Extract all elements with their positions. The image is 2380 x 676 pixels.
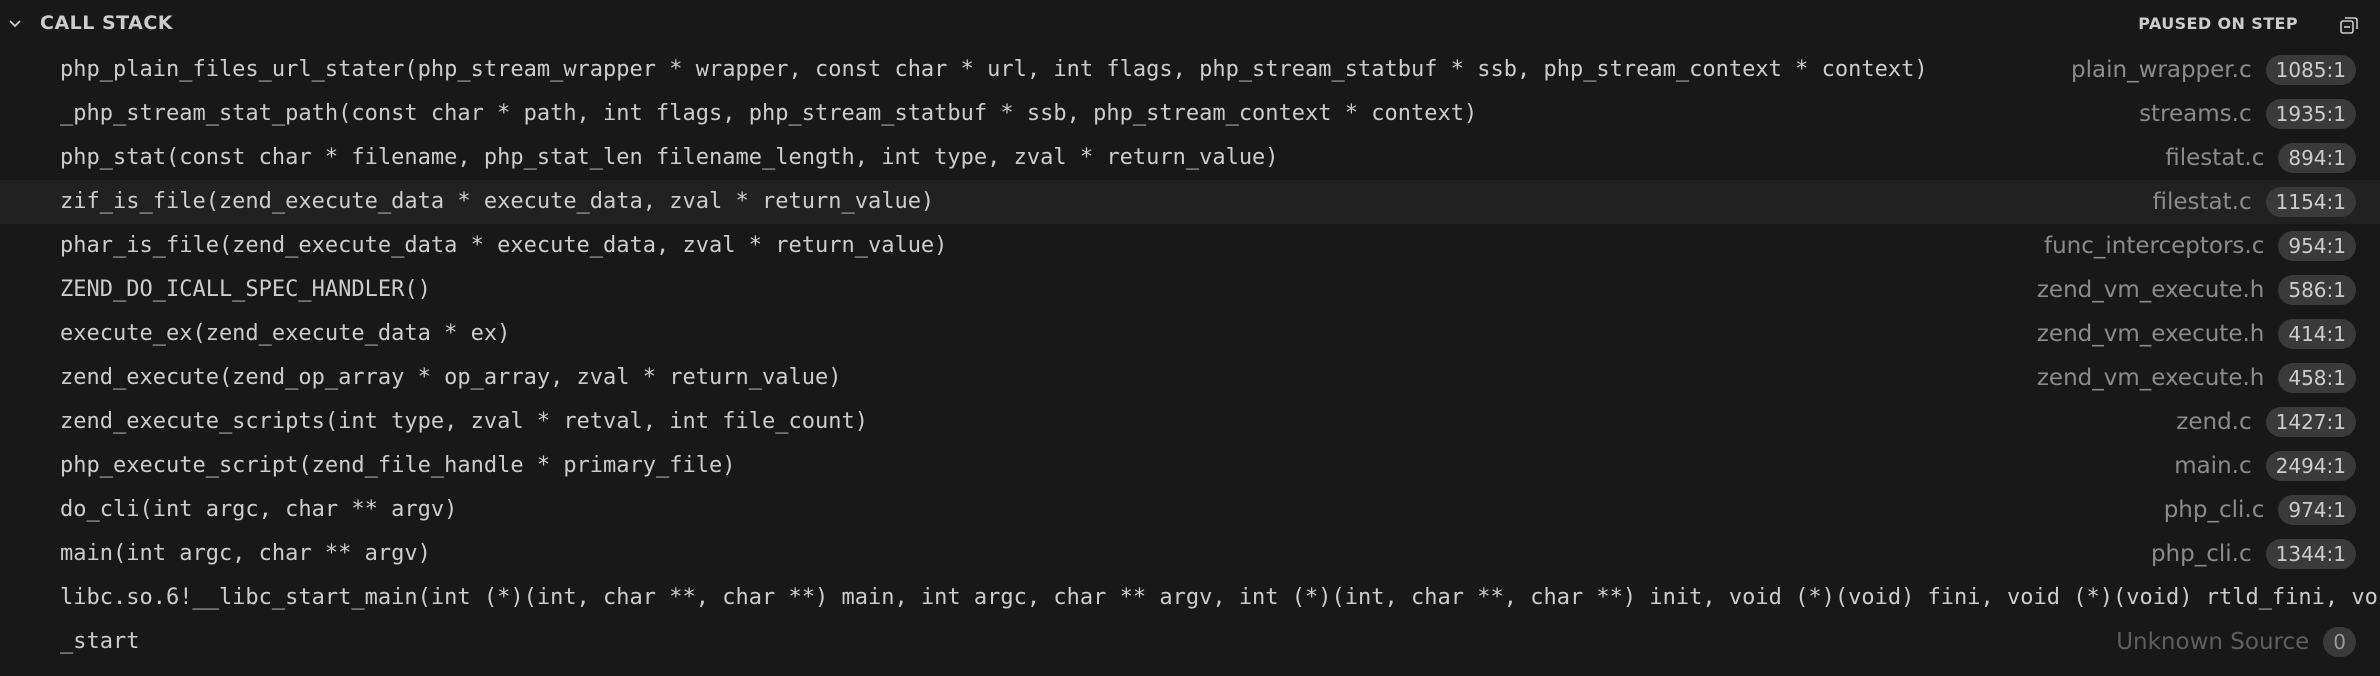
- frame-file: streams.c: [2139, 101, 2252, 127]
- stack-frame-row[interactable]: zend_execute_scripts(int type, zval * re…: [0, 400, 2380, 444]
- call-stack-title: CALL STACK: [40, 12, 174, 34]
- frame-line-badge: 2494:1: [2265, 451, 2356, 481]
- frame-line-badge: 954:1: [2278, 231, 2356, 261]
- stack-frame-row[interactable]: ZEND_DO_ICALL_SPEC_HANDLER() zend_vm_exe…: [0, 268, 2380, 312]
- frame-line-badge: 894:1: [2278, 143, 2356, 173]
- frame-file: php_cli.c: [2163, 497, 2265, 523]
- stack-frame-row[interactable]: _start Unknown Source 0: [0, 620, 2380, 664]
- stack-frame-row[interactable]: execute_ex(zend_execute_data * ex) zend_…: [0, 312, 2380, 356]
- chevron-down-icon[interactable]: [8, 17, 22, 31]
- frame-file: plain_wrapper.c: [2071, 57, 2252, 83]
- stack-frame-row[interactable]: phar_is_file(zend_execute_data * execute…: [0, 224, 2380, 268]
- stack-frame-row[interactable]: _php_stream_stat_path(const char * path,…: [0, 92, 2380, 136]
- frame-line-badge: 0: [2323, 627, 2356, 657]
- frame-file: zend_vm_execute.h: [2036, 365, 2265, 391]
- frame-function: libc.so.6!__libc_start_main(int (*)(int,…: [60, 585, 2380, 610]
- frame-function: zend_execute(zend_op_array * op_array, z…: [60, 365, 842, 390]
- stack-frame-row-selected[interactable]: zif_is_file(zend_execute_data * execute_…: [0, 180, 2380, 224]
- frame-file: filestat.c: [2165, 145, 2265, 171]
- frame-file: zend_vm_execute.h: [2036, 321, 2265, 347]
- stack-frame-row[interactable]: libc.so.6!__libc_start_main(int (*)(int,…: [0, 576, 2380, 620]
- frame-line-badge: 1085:1: [2265, 55, 2356, 85]
- frame-line-badge: 1427:1: [2265, 407, 2356, 437]
- frame-file: func_interceptors.c: [2043, 233, 2265, 259]
- frame-file: filestat.c: [2152, 189, 2252, 215]
- frame-function: ZEND_DO_ICALL_SPEC_HANDLER(): [60, 277, 431, 302]
- call-stack-header[interactable]: CALL STACK PAUSED ON STEP: [0, 0, 2380, 46]
- frame-function: main(int argc, char ** argv): [60, 541, 431, 566]
- frame-function: php_execute_script(zend_file_handle * pr…: [60, 453, 736, 478]
- frame-function: zend_execute_scripts(int type, zval * re…: [60, 409, 868, 434]
- frame-line-badge: 586:1: [2278, 275, 2356, 305]
- frame-function: php_stat(const char * filename, php_stat…: [60, 145, 1279, 170]
- frame-file: Unknown Source: [2116, 629, 2310, 655]
- frame-line-badge: 974:1: [2278, 495, 2356, 525]
- frame-function: phar_is_file(zend_execute_data * execute…: [60, 233, 948, 258]
- stack-frame-row[interactable]: main(int argc, char ** argv) php_cli.c 13…: [0, 532, 2380, 576]
- stack-frame-row[interactable]: do_cli(int argc, char ** argv) php_cli.c…: [0, 488, 2380, 532]
- stack-frame-row[interactable]: php_stat(const char * filename, php_stat…: [0, 136, 2380, 180]
- frame-line-badge: 1344:1: [2265, 539, 2356, 569]
- frame-line-badge: 458:1: [2278, 363, 2356, 393]
- frame-function: _php_stream_stat_path(const char * path,…: [60, 101, 1478, 126]
- frame-line-badge: 1154:1: [2265, 187, 2356, 217]
- frame-file: zend_vm_execute.h: [2036, 277, 2265, 303]
- frame-file: zend.c: [2176, 409, 2252, 435]
- stack-frame-row[interactable]: php_execute_script(zend_file_handle * pr…: [0, 444, 2380, 488]
- frame-function: zif_is_file(zend_execute_data * execute_…: [60, 189, 935, 214]
- stack-frame-row[interactable]: zend_execute(zend_op_array * op_array, z…: [0, 356, 2380, 400]
- call-stack-panel: CALL STACK PAUSED ON STEP php_plain_file…: [0, 0, 2380, 676]
- paused-status-label: PAUSED ON STEP: [2138, 14, 2298, 33]
- frame-function: php_plain_files_url_stater(php_stream_wr…: [60, 57, 1928, 82]
- frame-line-badge: 1935:1: [2265, 99, 2356, 129]
- frame-file: php_cli.c: [2150, 541, 2252, 567]
- frame-function: execute_ex(zend_execute_data * ex): [60, 321, 511, 346]
- stack-frame-row[interactable]: php_plain_files_url_stater(php_stream_wr…: [0, 48, 2380, 92]
- frame-line-badge: 414:1: [2278, 319, 2356, 349]
- collapse-all-icon[interactable]: [2338, 14, 2360, 36]
- frame-file: main.c: [2174, 453, 2252, 479]
- stack-frame-list: php_plain_files_url_stater(php_stream_wr…: [0, 48, 2380, 664]
- frame-function: _start: [60, 629, 140, 654]
- frame-function: do_cli(int argc, char ** argv): [60, 497, 458, 522]
